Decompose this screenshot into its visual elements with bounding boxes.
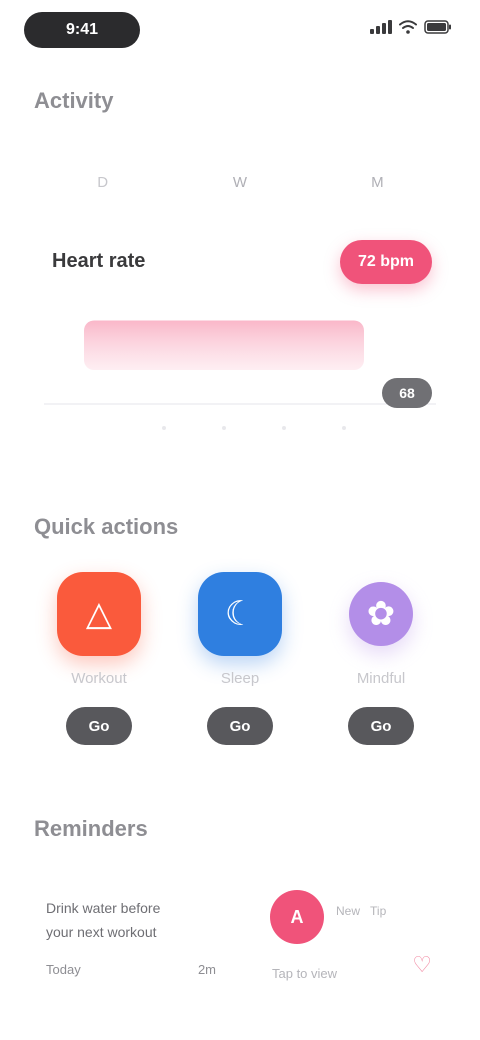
notice-sub: Tap to view xyxy=(272,966,338,981)
action-go-button[interactable]: Go xyxy=(66,707,132,745)
notice-tags: New Tip xyxy=(336,904,386,918)
notices-title: Reminders xyxy=(34,816,148,841)
notice-line: Drink water before xyxy=(46,900,161,916)
quick-actions: △ Workout Go ☾ Sleep Go ✿ Mindful Go xyxy=(34,572,446,762)
notice-tag: New xyxy=(336,904,361,918)
notice-row[interactable]: Drink water before your next workout Tod… xyxy=(34,888,446,1008)
trend-chart: 68 xyxy=(44,320,436,430)
tab-day[interactable]: D xyxy=(34,162,171,202)
action-workout[interactable]: △ Workout Go xyxy=(34,572,164,762)
signal-icon xyxy=(370,20,392,34)
wifi-icon xyxy=(399,20,417,34)
action-go-button[interactable]: Go xyxy=(207,707,273,745)
status-bar: 9:41 xyxy=(0,0,480,60)
heart-icon[interactable]: ♡ xyxy=(412,952,432,978)
range-tabs: D W M xyxy=(34,162,446,202)
summary-title: Activity xyxy=(34,88,114,113)
avatar[interactable]: A xyxy=(270,890,324,944)
trend-current-value: 68 xyxy=(399,385,415,401)
moon-icon[interactable]: ☾ xyxy=(198,572,282,656)
notice-meta: Today 2m xyxy=(46,962,216,977)
action-label: Mindful xyxy=(356,670,406,687)
actions-title: Quick actions xyxy=(34,514,179,539)
action-mindful[interactable]: ✿ Mindful Go xyxy=(316,572,446,762)
action-sleep[interactable]: ☾ Sleep Go xyxy=(175,572,305,762)
notice-text: Drink water before your next workout Tod… xyxy=(46,896,216,977)
status-icons xyxy=(370,20,452,34)
action-label: Workout xyxy=(71,670,127,687)
battery-icon xyxy=(424,20,452,34)
tab-month[interactable]: M xyxy=(309,162,446,202)
tab-week[interactable]: W xyxy=(171,162,308,202)
notice-tag: Tip xyxy=(370,904,387,918)
action-label: Sleep xyxy=(220,670,260,687)
trend-card[interactable]: Heart rate 72 bpm 68 xyxy=(34,226,446,456)
notice-age: 2m xyxy=(197,962,216,977)
notice-date: Today xyxy=(46,962,81,977)
app-screen: 9:41 Activity D W M Heart rate 72 bpm 68… xyxy=(0,0,480,1040)
leaf-icon[interactable]: ✿ xyxy=(349,582,413,646)
notice-line: your next workout xyxy=(46,924,157,940)
trend-ticks xyxy=(162,426,346,430)
flame-icon[interactable]: △ xyxy=(57,572,141,656)
trend-area xyxy=(84,320,364,370)
status-time: 9:41 xyxy=(24,12,140,48)
trend-badge[interactable]: 72 bpm xyxy=(340,240,432,284)
trend-label: Heart rate xyxy=(52,250,146,272)
action-go-button[interactable]: Go xyxy=(348,707,414,745)
